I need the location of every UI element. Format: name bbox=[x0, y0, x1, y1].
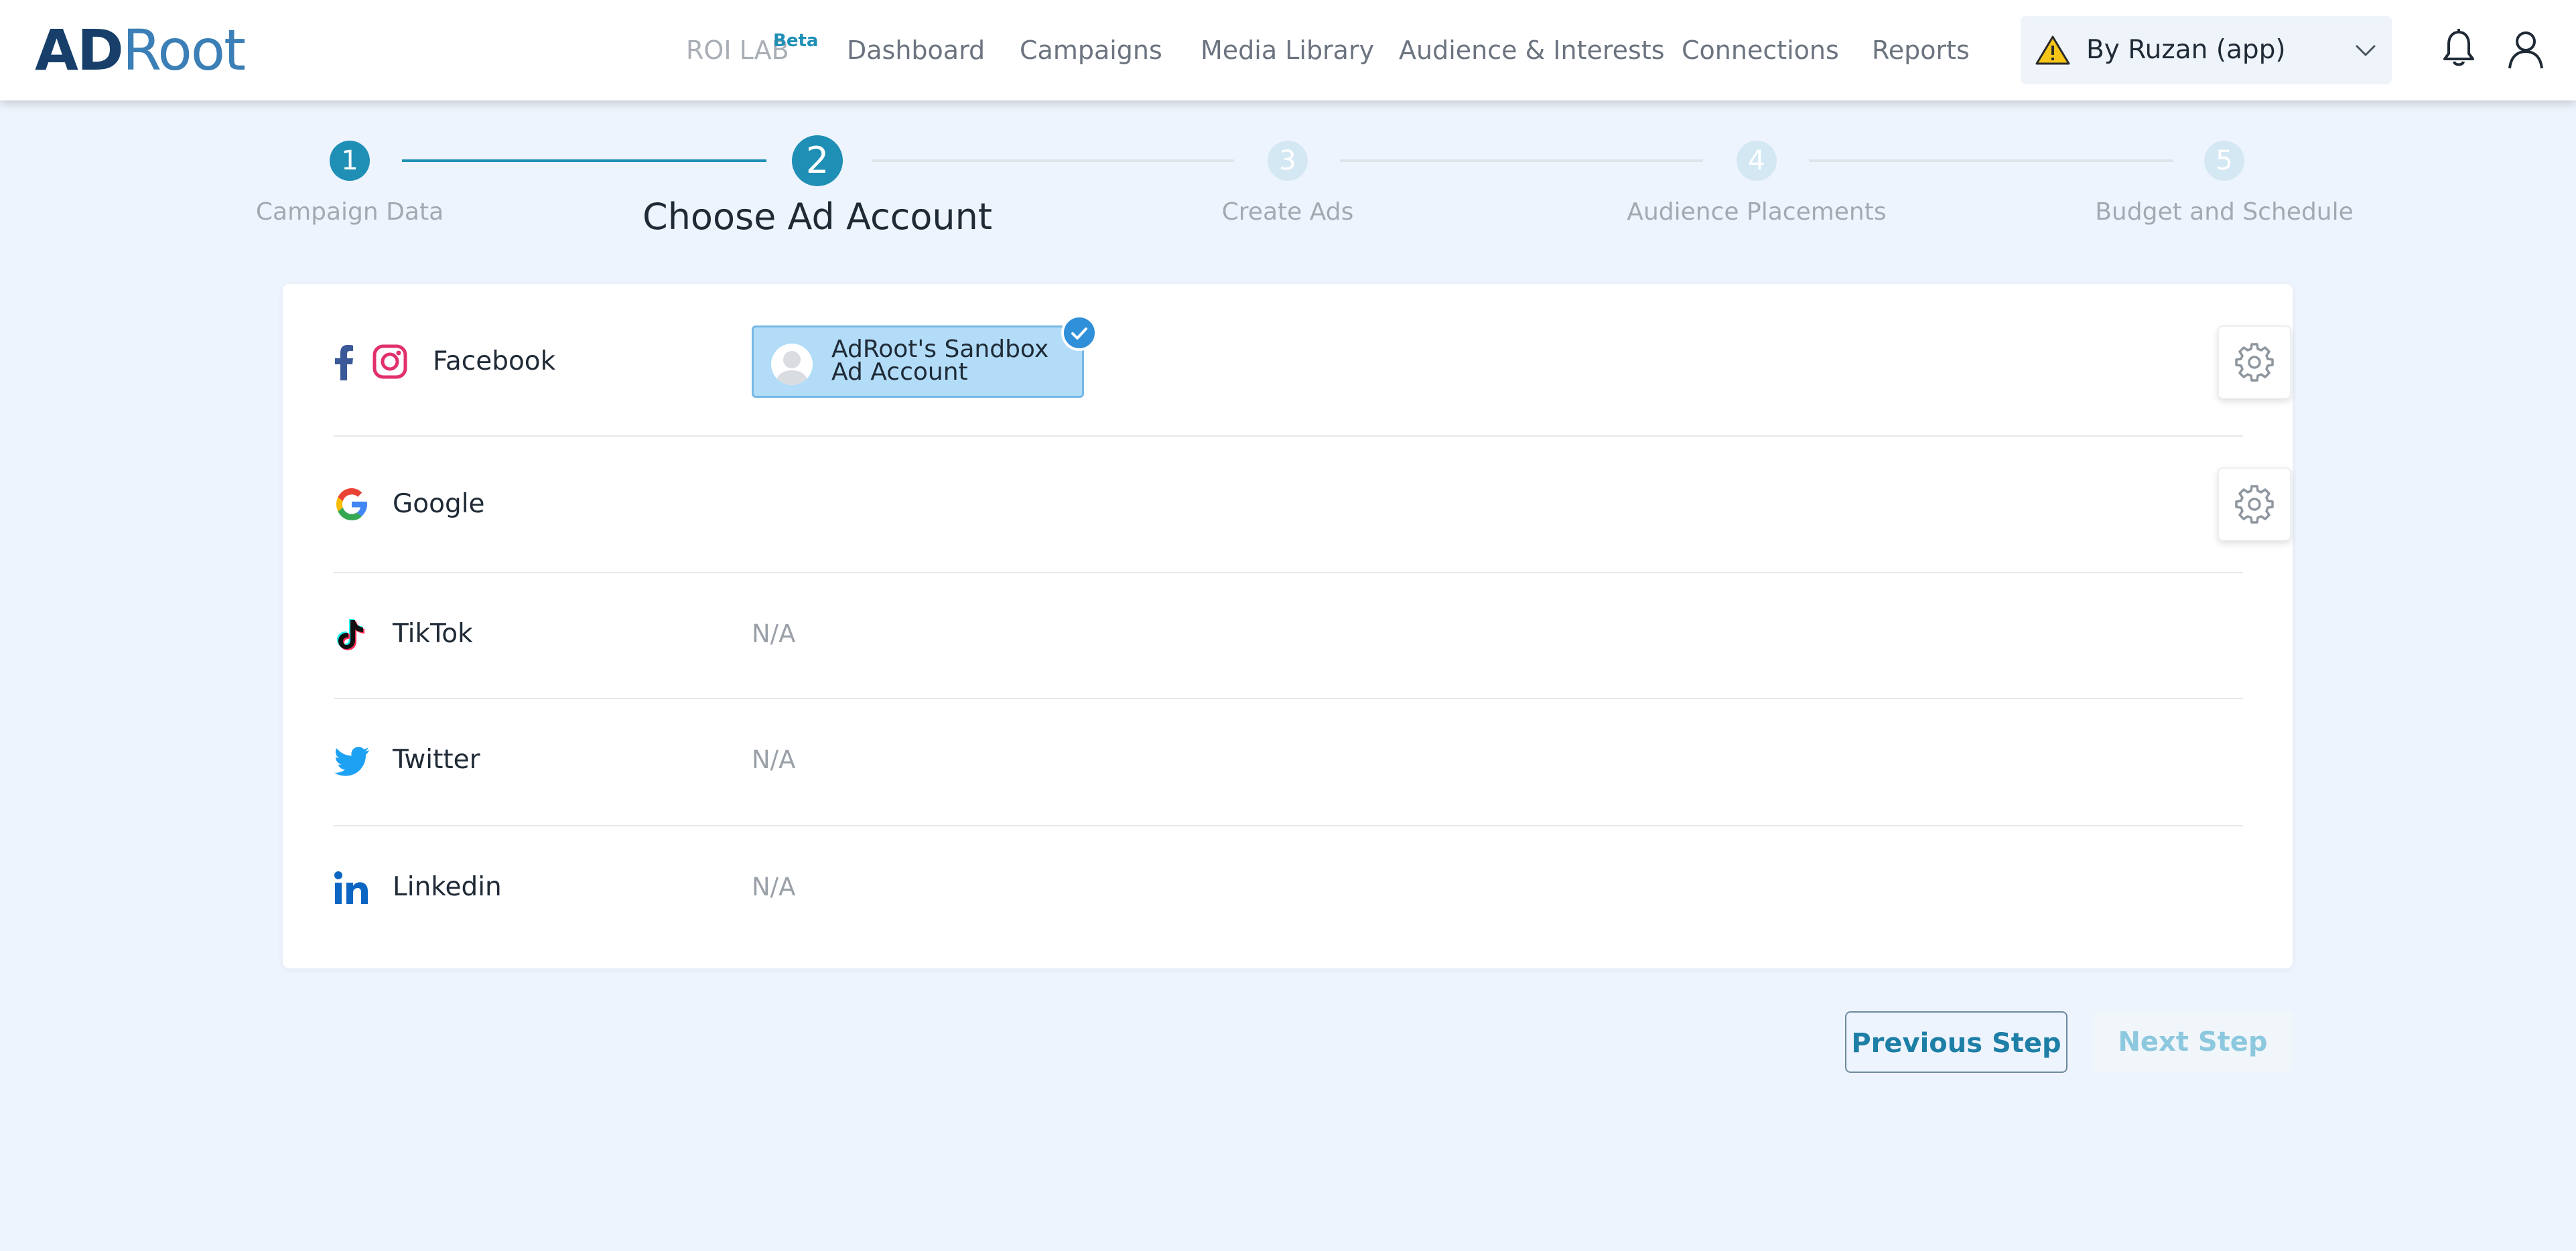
step-2-label: Choose Ad Account bbox=[642, 196, 992, 238]
platform-row-tiktok: TikTok N/A bbox=[334, 573, 2243, 699]
facebook-icon bbox=[335, 345, 353, 380]
stepper-connector-4 bbox=[1809, 159, 2173, 162]
twitter-account-na: N/A bbox=[752, 745, 796, 774]
stepper-connector-3 bbox=[1340, 159, 1703, 162]
stepper-connector-2 bbox=[872, 159, 1234, 162]
nav-audience-interests[interactable]: Audience & Interests bbox=[1399, 33, 1665, 67]
account-selector[interactable]: By Ruzan (app) bbox=[2021, 16, 2392, 84]
platform-row-twitter: Twitter N/A bbox=[334, 699, 2243, 825]
platform-name-google: Google bbox=[393, 489, 485, 519]
gear-icon bbox=[2235, 485, 2274, 524]
step-4-label: Audience Placements bbox=[1627, 198, 1887, 226]
platform-name-twitter: Twitter bbox=[393, 745, 480, 775]
step-4-circle: 4 bbox=[1737, 141, 1777, 181]
step-1-circle[interactable]: 1 bbox=[330, 141, 370, 181]
logo-ad-text: AD bbox=[35, 17, 124, 83]
ad-account-chip[interactable]: AdRoot's Sandbox Ad Account bbox=[752, 325, 1084, 398]
platform-name-linkedin: Linkedin bbox=[393, 872, 502, 902]
platform-name-tiktok: TikTok bbox=[393, 619, 473, 649]
user-icon[interactable] bbox=[2506, 28, 2546, 70]
ad-account-card: Facebook AdRoot's Sandbox Ad Account Goo… bbox=[283, 284, 2293, 968]
step-3-circle: 3 bbox=[1268, 141, 1308, 181]
instagram-icon bbox=[372, 344, 407, 379]
google-settings-button[interactable] bbox=[2218, 467, 2291, 541]
step-3-label: Create Ads bbox=[1221, 198, 1354, 226]
nav-connections[interactable]: Connections bbox=[1682, 33, 1839, 67]
twitter-icon bbox=[334, 747, 369, 776]
adroot-logo[interactable]: ADRoot bbox=[35, 17, 246, 83]
nav-media-library[interactable]: Media Library bbox=[1201, 33, 1374, 67]
platform-name-facebook: Facebook bbox=[433, 346, 556, 376]
beta-badge: Beta bbox=[773, 31, 819, 51]
platform-row-linkedin: Linkedin N/A bbox=[334, 826, 2243, 954]
top-navigation-bar: ADRoot ROI LAB Beta Dashboard Campaigns … bbox=[0, 0, 2576, 100]
stepper-connector-1 bbox=[402, 159, 766, 162]
logo-root-text: Root bbox=[122, 17, 246, 83]
tiktok-account-na: N/A bbox=[752, 619, 796, 648]
warning-icon bbox=[2035, 35, 2070, 65]
selected-check-icon bbox=[1061, 315, 1097, 351]
nav-dashboard[interactable]: Dashboard bbox=[847, 33, 985, 67]
bell-icon[interactable] bbox=[2439, 28, 2479, 70]
previous-step-button[interactable]: Previous Step bbox=[1845, 1011, 2067, 1073]
google-icon bbox=[336, 488, 367, 520]
chevron-down-icon bbox=[2356, 45, 2376, 56]
step-5-label: Budget and Schedule bbox=[2095, 198, 2354, 226]
step-5-circle: 5 bbox=[2204, 141, 2244, 181]
step-1-label: Campaign Data bbox=[255, 198, 444, 226]
ad-account-name: AdRoot's Sandbox Ad Account bbox=[831, 336, 1049, 386]
platform-row-facebook: Facebook AdRoot's Sandbox Ad Account bbox=[334, 284, 2291, 435]
gear-icon bbox=[2235, 343, 2274, 382]
step-2-circle: 2 bbox=[792, 135, 843, 186]
nav-reports[interactable]: Reports bbox=[1872, 33, 1970, 67]
account-selector-label: By Ruzan (app) bbox=[2086, 35, 2286, 65]
facebook-settings-button[interactable] bbox=[2218, 325, 2291, 399]
next-step-button[interactable]: Next Step bbox=[2093, 1011, 2293, 1073]
linkedin-icon bbox=[334, 871, 368, 904]
account-avatar bbox=[771, 344, 813, 385]
tiktok-icon bbox=[337, 619, 364, 650]
nav-campaigns[interactable]: Campaigns bbox=[1020, 33, 1162, 67]
linkedin-account-na: N/A bbox=[752, 873, 796, 901]
platform-row-google: Google bbox=[334, 437, 2291, 572]
